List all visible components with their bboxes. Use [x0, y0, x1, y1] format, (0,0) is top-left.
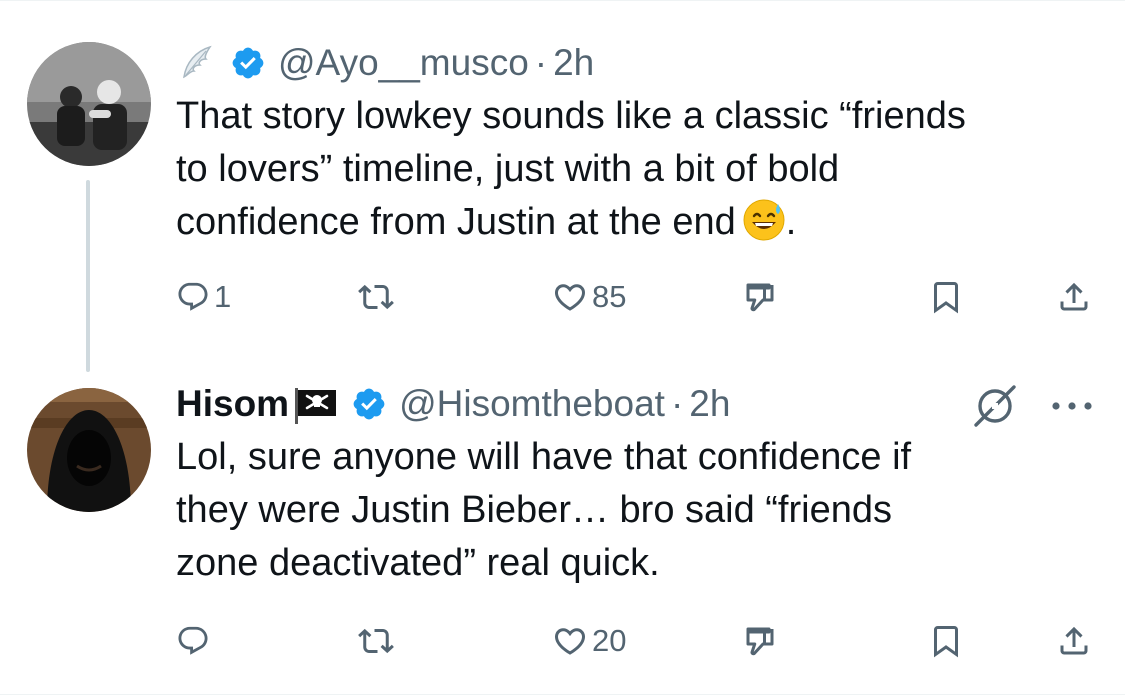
share-button[interactable] — [1056, 275, 1092, 319]
divider-bottom — [0, 694, 1125, 695]
share-button[interactable] — [1056, 619, 1092, 663]
dislike-button[interactable] — [742, 619, 778, 663]
like-button[interactable]: 85 — [552, 275, 626, 319]
tweet-1-header: @Ayo__musco · 2h — [176, 38, 1096, 88]
reply-button[interactable]: 1 — [176, 275, 231, 319]
tweet-2-header: Hisom @Hisomtheboat · 2h — [176, 379, 1096, 429]
dislike-button[interactable] — [742, 275, 778, 319]
pirate-flag-emoji — [293, 386, 339, 424]
tweet-2-text: Lol, sure anyone will have that confiden… — [176, 431, 1096, 590]
bookmark-button[interactable] — [928, 275, 964, 319]
tweet-1-actions: 1 85 — [176, 275, 1096, 319]
bookmark-icon — [928, 623, 964, 659]
reply-count: 1 — [214, 279, 232, 314]
verified-badge-icon[interactable] — [230, 45, 266, 81]
tweet-2-timestamp[interactable]: 2h — [689, 383, 730, 425]
repost-button[interactable] — [358, 275, 394, 319]
repost-icon — [358, 623, 394, 659]
like-count: 85 — [592, 279, 627, 314]
bookmark-button[interactable] — [928, 619, 964, 663]
like-icon — [552, 279, 588, 315]
like-count: 20 — [592, 623, 627, 658]
thread-connector-line — [86, 180, 90, 372]
tweet-2-text-line: they were Justin Bieber… bro said “frien… — [176, 489, 892, 531]
reply-icon — [176, 280, 210, 314]
tweet-2-actions: 20 — [176, 619, 1096, 663]
tweet-2-separator: · — [670, 383, 684, 424]
share-icon — [1056, 279, 1092, 315]
tweet-1-trailing-text: . — [785, 201, 797, 243]
avatar-ayo-musco[interactable] — [27, 42, 151, 166]
tweet-1-text: That story lowkey sounds like a classic … — [176, 90, 1096, 249]
grok-icon[interactable] — [972, 383, 1018, 429]
tweet-1-text-line-content: confidence from Justin at the end — [176, 201, 736, 243]
reply-icon — [176, 624, 210, 658]
tweet-2-handle[interactable]: @Hisomtheboat — [399, 383, 665, 425]
tweet-2[interactable]: Hisom @Hisomtheboat · 2h Lol, sure anyon… — [176, 379, 1096, 590]
verified-badge-icon[interactable] — [351, 386, 387, 422]
divider-top — [0, 0, 1125, 1]
dislike-icon — [742, 623, 778, 659]
share-icon — [1056, 623, 1092, 659]
like-button[interactable]: 20 — [552, 619, 626, 663]
tweet-2-text-line: Lol, sure anyone will have that confiden… — [176, 436, 912, 478]
more-icon[interactable] — [1050, 396, 1094, 416]
repost-icon — [358, 279, 394, 315]
tweet-1-separator: · — [534, 42, 548, 83]
reply-thread: @Ayo__musco · 2h That story lowkey sound… — [0, 0, 1125, 699]
avatar-hisom[interactable] — [27, 388, 151, 512]
grinning-sweat-emoji — [742, 198, 786, 242]
like-icon — [552, 623, 588, 659]
bookmark-icon — [928, 279, 964, 315]
tweet-1-text-line: That story lowkey sounds like a classic … — [176, 95, 966, 137]
tweet-1-timestamp[interactable]: 2h — [553, 42, 594, 84]
tweet-1[interactable]: @Ayo__musco · 2h That story lowkey sound… — [176, 38, 1096, 249]
tweet-1-handle[interactable]: @Ayo__musco — [278, 42, 529, 84]
wing-emoji — [176, 43, 216, 83]
tweet-2-display-name[interactable]: Hisom — [176, 383, 289, 425]
dislike-icon — [742, 279, 778, 315]
tweet-2-text-line: zone deactivated” real quick. — [176, 542, 660, 584]
tweet-1-text-line: confidence from Justin at the end . — [176, 196, 1096, 249]
reply-button[interactable] — [176, 619, 214, 663]
repost-button[interactable] — [358, 619, 394, 663]
tweet-1-text-line: to lovers” timeline, just with a bit of … — [176, 148, 840, 190]
